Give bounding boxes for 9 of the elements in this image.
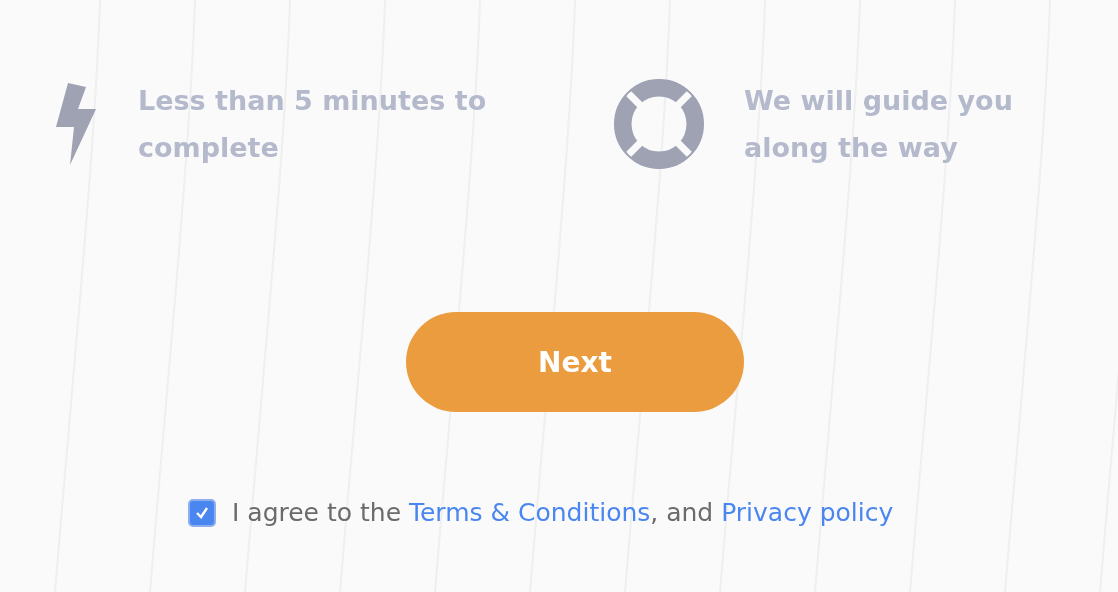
feature-text: We will guide you along the way — [744, 84, 1014, 165]
lightning-icon — [54, 83, 98, 165]
terms-link[interactable]: Terms & Conditions — [408, 498, 651, 527]
privacy-link[interactable]: Privacy policy — [721, 498, 894, 527]
next-button[interactable]: Next — [406, 312, 744, 412]
feature-text: Less than 5 minutes to complete — [138, 84, 488, 165]
agreement-text: I agree to the Terms & Conditions, and Privacy policy — [232, 498, 894, 527]
checkbox[interactable] — [188, 498, 216, 527]
lifebuoy-icon — [614, 79, 704, 169]
